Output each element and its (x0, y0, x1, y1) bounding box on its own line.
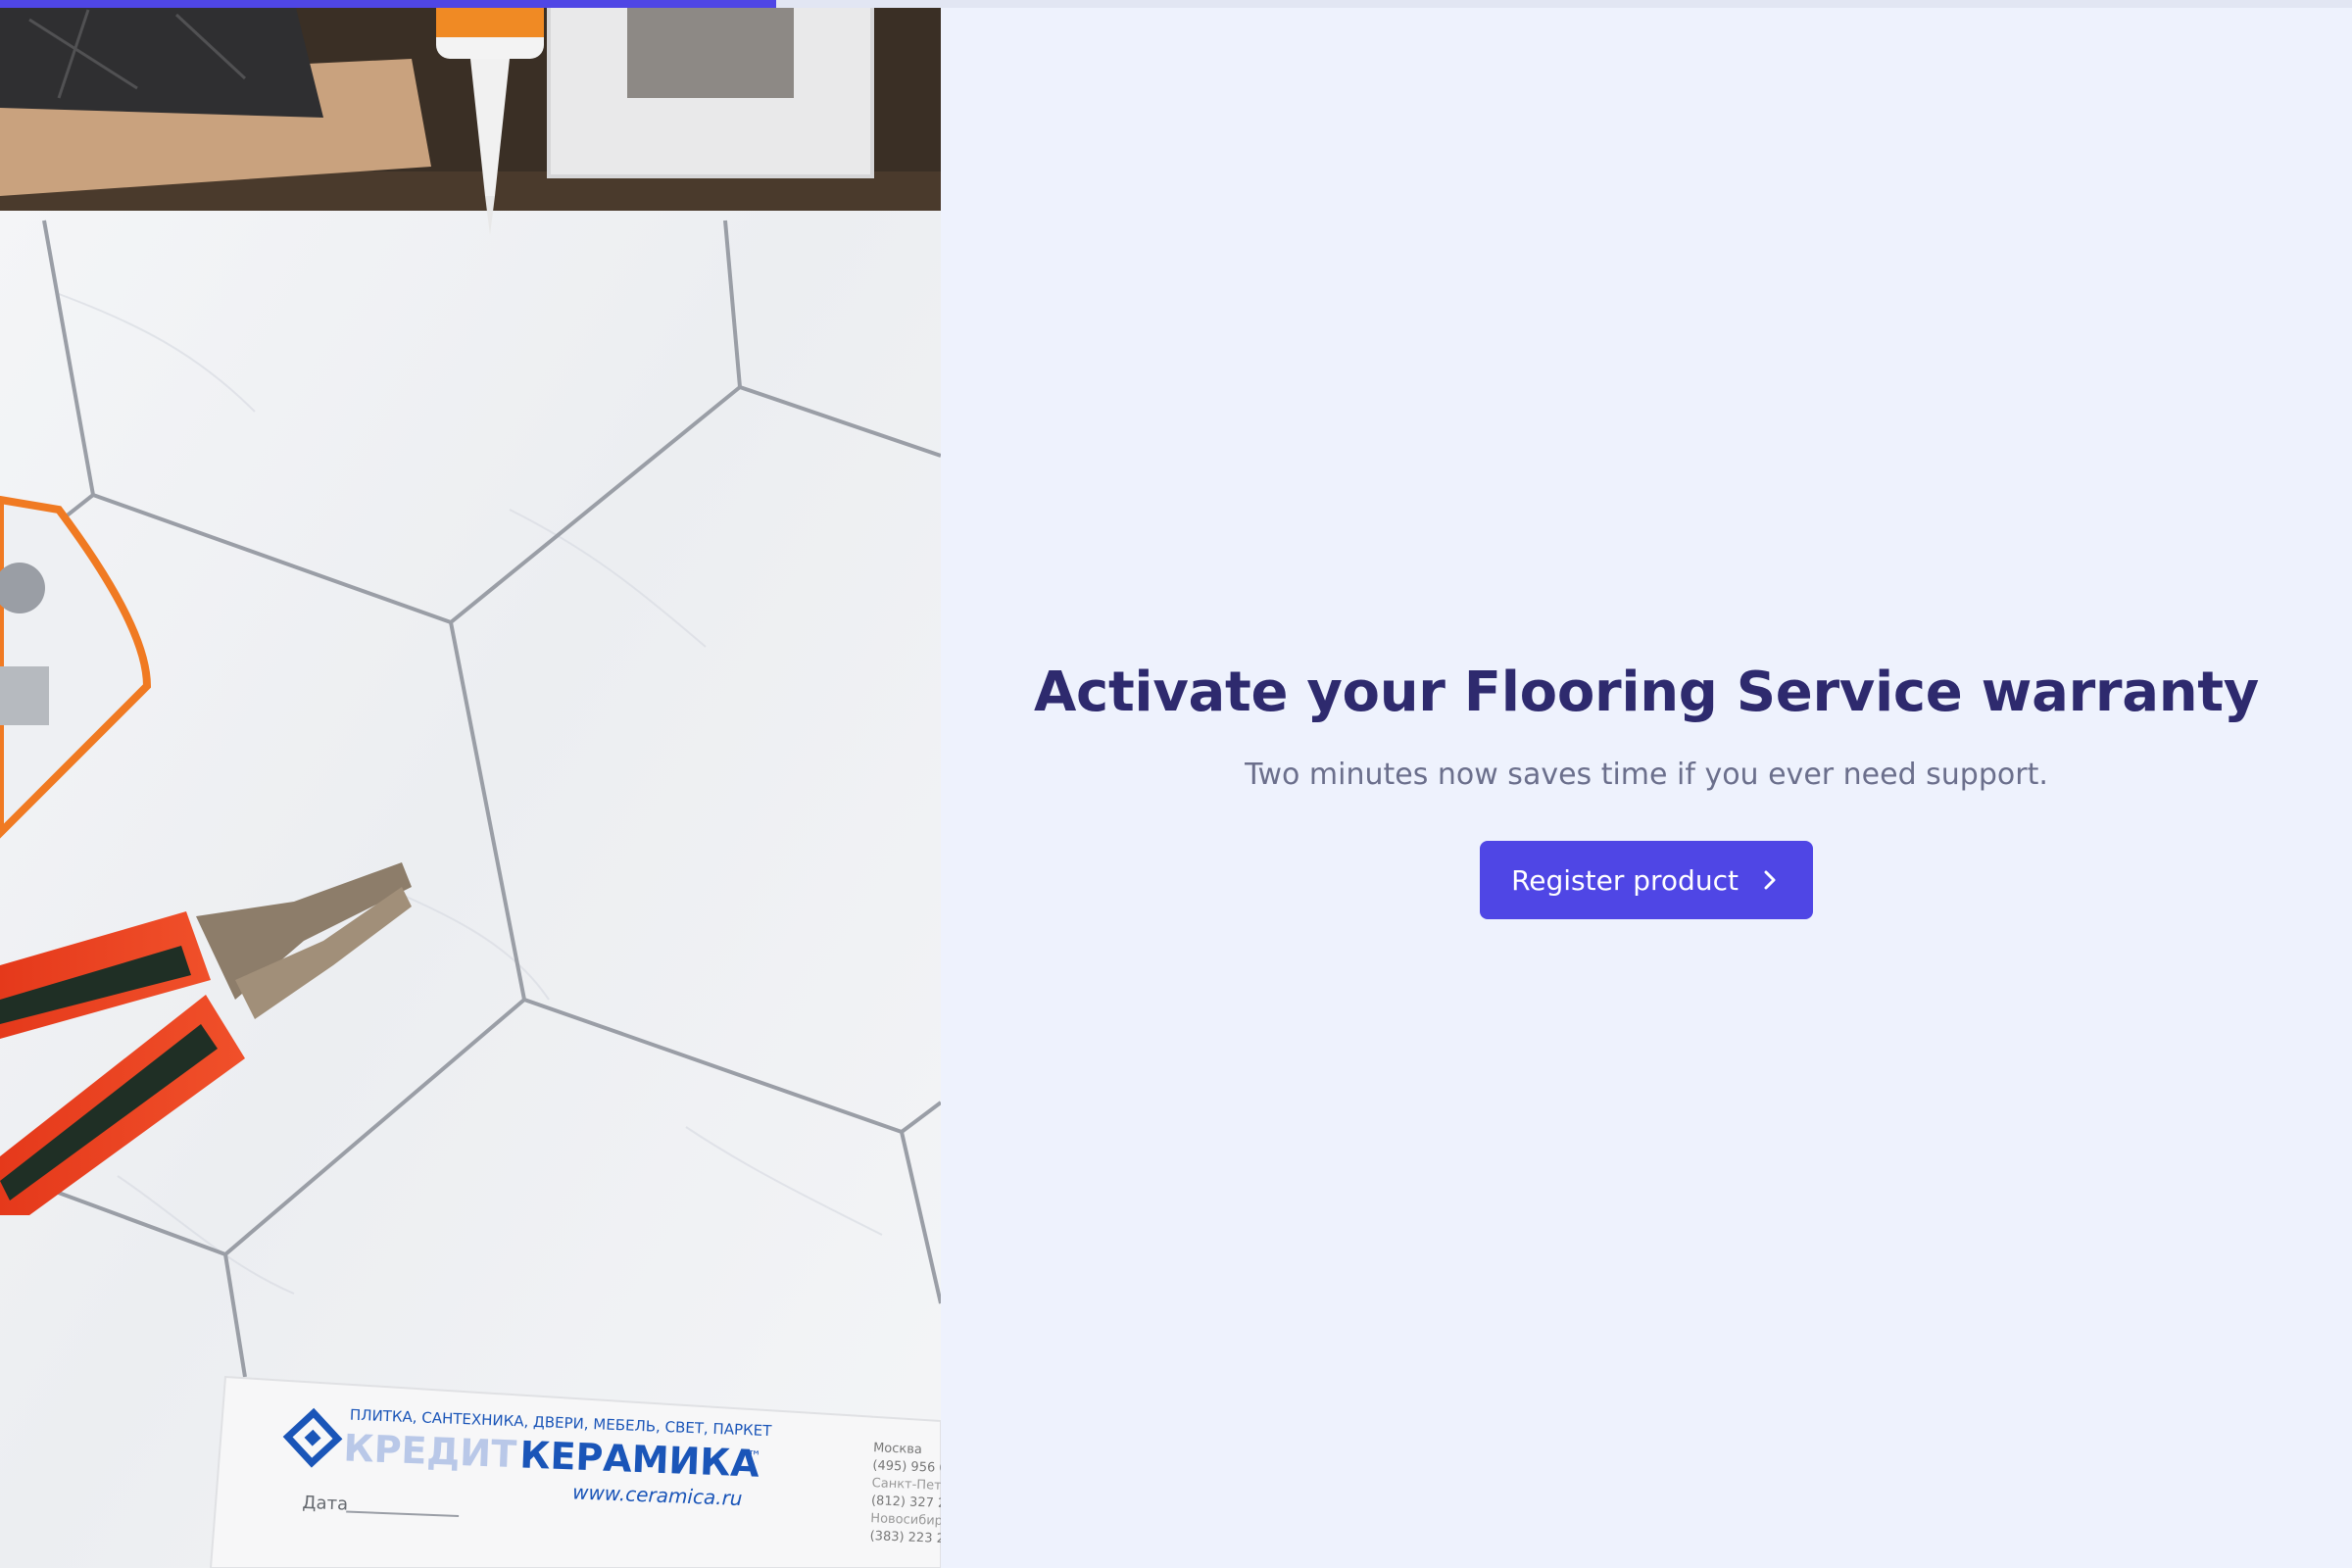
hero-photo: ПЛИТКА, САНТЕХНИКА, ДВЕРИ, МЕБЕЛЬ, СВЕТ,… (0, 0, 941, 1568)
svg-text:КРЕДИТ: КРЕДИТ (343, 1426, 517, 1476)
svg-text:Москва: Москва (873, 1441, 922, 1457)
hero-content: Activate your Flooring Service warranty … (941, 0, 2352, 1568)
page-subtitle: Two minutes now saves time if you ever n… (1245, 758, 2048, 792)
warranty-activation-page: ПЛИТКА, САНТЕХНИКА, ДВЕРИ, МЕБЕЛЬ, СВЕТ,… (0, 0, 2352, 1568)
svg-text:(383) 223 2: (383) 223 2 (869, 1529, 941, 1546)
progress-bar-fill (0, 0, 776, 8)
page-title: Activate your Flooring Service warranty (1034, 661, 2259, 724)
chevron-right-icon (1764, 870, 1776, 890)
svg-text:Новосибир: Новосибир (870, 1511, 941, 1529)
svg-text:КЕРАМИКА: КЕРАМИКА (519, 1433, 760, 1485)
svg-text:(495) 956 0: (495) 956 0 (872, 1458, 941, 1476)
register-product-button[interactable]: Register product (1480, 841, 1813, 919)
svg-text:Дата: Дата (302, 1493, 348, 1515)
svg-text:™: ™ (747, 1448, 761, 1465)
svg-text:(812) 327 2: (812) 327 2 (871, 1494, 941, 1511)
progress-bar (0, 0, 2352, 8)
register-product-button-label: Register product (1511, 863, 1739, 897)
